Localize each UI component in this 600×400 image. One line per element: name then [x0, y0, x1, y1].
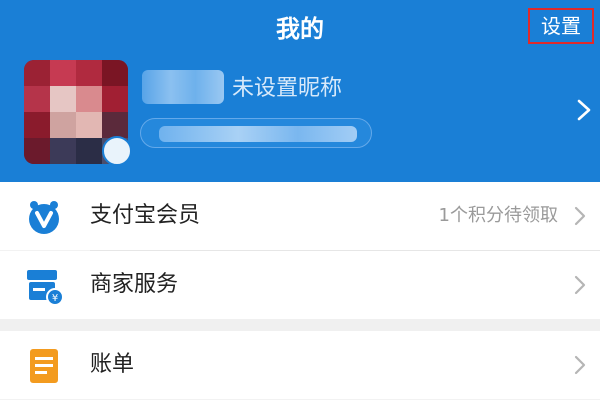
menu-item-label: 账单: [90, 352, 135, 377]
svg-text:¥: ¥: [52, 293, 58, 304]
bill-icon: [30, 349, 58, 383]
section-gap: [0, 319, 600, 331]
alipay-member-icon: [29, 201, 59, 234]
menu-item-label: 支付宝会员: [90, 203, 201, 228]
username-redacted: [142, 70, 224, 104]
chevron-right-icon: [574, 355, 586, 375]
account-id-redacted: [159, 126, 357, 142]
menu-item-merchant-services[interactable]: ¥ 商家服务: [0, 251, 600, 319]
profile-header: 我的 设置 未设置昵称: [0, 0, 600, 182]
settings-button[interactable]: 设置: [528, 8, 594, 44]
menu-item-bill[interactable]: 账单: [0, 331, 600, 399]
points-hint: 1个积分待领取: [438, 205, 558, 226]
menu-item-label: 商家服务: [90, 272, 179, 297]
page-title: 我的: [276, 15, 324, 43]
merchant-service-icon: ¥: [27, 270, 64, 306]
avatar-badge-icon: [102, 136, 132, 166]
account-id-pill: [140, 118, 372, 148]
chevron-right-icon: [574, 206, 586, 226]
nickname-placeholder[interactable]: 未设置昵称: [232, 74, 342, 104]
chevron-right-icon[interactable]: [574, 98, 594, 122]
menu-item-alipay-member[interactable]: 支付宝会员 1个积分待领取: [0, 182, 600, 250]
profile-screen: 我的 设置 未设置昵称 支付宝会员 1个积分待领取 ¥ 商家服务 账单: [0, 0, 600, 400]
chevron-right-icon: [574, 275, 586, 295]
